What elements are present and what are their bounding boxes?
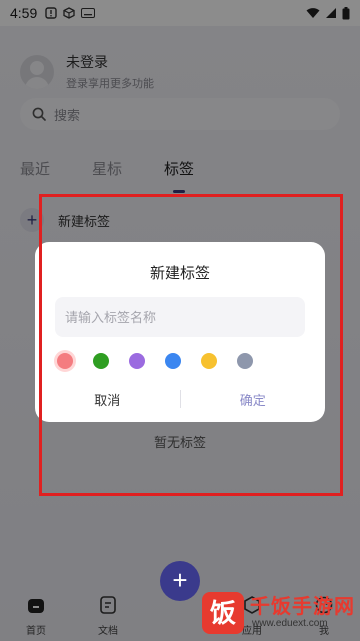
plus-icon: + xyxy=(172,565,188,595)
watermark-logo: 饭 xyxy=(202,592,244,634)
watermark-url: www.eduext.com xyxy=(252,618,328,629)
watermark-name: 千饭手游网 xyxy=(250,596,355,618)
watermark: 饭 千饭手游网 www.eduext.com xyxy=(200,588,360,638)
highlight-annotation xyxy=(39,194,343,496)
add-fab-button[interactable]: + xyxy=(160,561,200,601)
